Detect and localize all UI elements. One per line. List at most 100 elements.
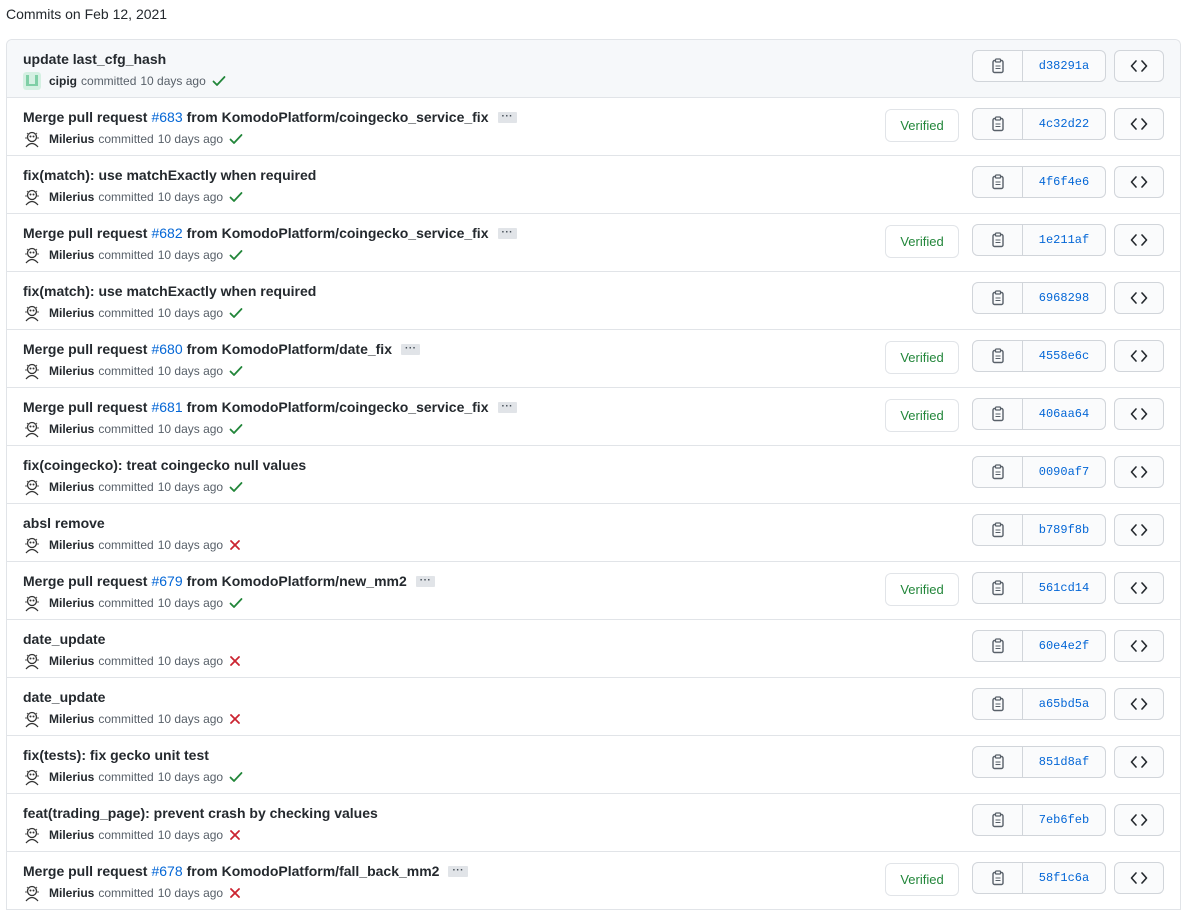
commit-author[interactable]: Milerius — [49, 188, 94, 206]
verified-badge[interactable]: Verified — [885, 109, 959, 142]
commit-title-prefix[interactable]: Merge pull request — [23, 340, 147, 358]
browse-repository-button[interactable] — [1114, 224, 1164, 256]
commit-title-suffix[interactable]: from KomodoPlatform/fall_back_mm2 — [187, 862, 440, 880]
commit-title[interactable]: Merge pull request #680 from KomodoPlatfor… — [23, 340, 421, 358]
expand-message-button[interactable]: ··· — [400, 343, 421, 355]
commit-sha-link[interactable]: b789f8b — [1023, 515, 1105, 545]
copy-sha-button[interactable] — [973, 399, 1023, 429]
check-icon[interactable] — [229, 249, 243, 261]
commit-author[interactable]: Milerius — [49, 652, 94, 670]
commit-title[interactable]: fix(match): use matchExactly when requir… — [23, 166, 316, 184]
avatar[interactable] — [23, 536, 41, 554]
expand-message-button[interactable]: ··· — [497, 111, 517, 123]
commit-sha-link[interactable]: 6968298 — [1023, 283, 1105, 313]
commit-author[interactable]: cipig — [49, 72, 77, 90]
pull-request-link[interactable]: #682 — [151, 224, 182, 242]
commit-title-text[interactable]: fix(tests): fix gecko unit test — [23, 746, 209, 764]
check-icon[interactable] — [229, 481, 243, 493]
copy-sha-button[interactable] — [973, 747, 1023, 777]
verified-badge[interactable]: Verified — [885, 399, 959, 432]
commit-title[interactable]: absl remove — [23, 514, 105, 532]
x-icon[interactable] — [229, 887, 241, 899]
commit-title-text[interactable]: fix(coingecko): treat coingecko null val… — [23, 456, 306, 474]
avatar[interactable] — [23, 72, 41, 90]
commit-title[interactable]: fix(coingecko): treat coingecko null val… — [23, 456, 306, 474]
browse-repository-button[interactable] — [1114, 456, 1164, 488]
copy-sha-button[interactable] — [973, 689, 1023, 719]
commit-sha-link[interactable]: a65bd5a — [1023, 689, 1105, 719]
commit-title-prefix[interactable]: Merge pull request — [23, 572, 147, 590]
commit-title-text[interactable]: fix(match): use matchExactly when requir… — [23, 282, 316, 300]
browse-repository-button[interactable] — [1114, 340, 1164, 372]
x-icon[interactable] — [229, 829, 241, 841]
commit-sha-link[interactable]: 58f1c6a — [1023, 863, 1105, 893]
avatar[interactable] — [23, 710, 41, 728]
expand-message-button[interactable]: ··· — [415, 575, 436, 587]
copy-sha-button[interactable] — [973, 515, 1023, 545]
commit-author[interactable]: Milerius — [49, 420, 94, 438]
verified-badge[interactable]: Verified — [885, 225, 959, 258]
commit-author[interactable]: Milerius — [49, 246, 94, 264]
browse-repository-button[interactable] — [1114, 108, 1164, 140]
commit-author[interactable]: Milerius — [49, 130, 94, 148]
avatar[interactable] — [23, 826, 41, 844]
commit-sha-link[interactable]: 561cd14 — [1023, 573, 1105, 603]
commit-title[interactable]: fix(match): use matchExactly when requir… — [23, 282, 316, 300]
check-icon[interactable] — [229, 597, 243, 609]
commit-title-text[interactable]: feat(trading_page): prevent crash by che… — [23, 804, 378, 822]
commit-author[interactable]: Milerius — [49, 710, 94, 728]
commit-sha-link[interactable]: 4f6f4e6 — [1023, 167, 1105, 197]
commit-title[interactable]: fix(tests): fix gecko unit test — [23, 746, 209, 764]
commit-title-suffix[interactable]: from KomodoPlatform/coingecko_service_fi… — [187, 224, 489, 242]
check-icon[interactable] — [212, 75, 226, 87]
copy-sha-button[interactable] — [973, 631, 1023, 661]
check-icon[interactable] — [229, 307, 243, 319]
browse-repository-button[interactable] — [1114, 630, 1164, 662]
browse-repository-button[interactable] — [1114, 166, 1164, 198]
verified-badge[interactable]: Verified — [885, 341, 959, 374]
commit-title-text[interactable]: date_update — [23, 630, 105, 648]
commit-title-suffix[interactable]: from KomodoPlatform/new_mm2 — [187, 572, 407, 590]
pull-request-link[interactable]: #679 — [151, 572, 182, 590]
commit-title[interactable]: Merge pull request #679 from KomodoPlatfor… — [23, 572, 436, 590]
commit-author[interactable]: Milerius — [49, 594, 94, 612]
x-icon[interactable] — [229, 539, 241, 551]
browse-repository-button[interactable] — [1114, 398, 1164, 430]
browse-repository-button[interactable] — [1114, 514, 1164, 546]
commit-title[interactable]: update last_cfg_hash — [23, 50, 166, 68]
avatar[interactable] — [23, 594, 41, 612]
pull-request-link[interactable]: #683 — [151, 108, 182, 126]
browse-repository-button[interactable] — [1114, 862, 1164, 894]
copy-sha-button[interactable] — [973, 863, 1023, 893]
commit-title-text[interactable]: date_update — [23, 688, 105, 706]
commit-title[interactable]: Merge pull request #678 from KomodoPlatfor… — [23, 862, 468, 880]
pull-request-link[interactable]: #678 — [151, 862, 182, 880]
commit-title-text[interactable]: absl remove — [23, 514, 105, 532]
copy-sha-button[interactable] — [973, 51, 1023, 81]
avatar[interactable] — [23, 884, 41, 902]
commit-sha-link[interactable]: 4558e6c — [1023, 341, 1105, 371]
avatar[interactable] — [23, 652, 41, 670]
commit-title-prefix[interactable]: Merge pull request — [23, 398, 147, 416]
copy-sha-button[interactable] — [973, 573, 1023, 603]
verified-badge[interactable]: Verified — [885, 863, 959, 896]
avatar[interactable] — [23, 188, 41, 206]
pull-request-link[interactable]: #680 — [151, 340, 182, 358]
avatar[interactable] — [23, 478, 41, 496]
check-icon[interactable] — [229, 365, 243, 377]
commit-sha-link[interactable]: d38291a — [1023, 51, 1105, 81]
commit-title[interactable]: date_update — [23, 688, 105, 706]
browse-repository-button[interactable] — [1114, 746, 1164, 778]
commit-title[interactable]: Merge pull request #682 from KomodoPlatfor… — [23, 224, 517, 242]
commit-title[interactable]: feat(trading_page): prevent crash by che… — [23, 804, 378, 822]
commit-title-prefix[interactable]: Merge pull request — [23, 862, 147, 880]
commit-sha-link[interactable]: 851d8af — [1023, 747, 1105, 777]
copy-sha-button[interactable] — [973, 341, 1023, 371]
expand-message-button[interactable]: ··· — [448, 865, 468, 877]
copy-sha-button[interactable] — [973, 805, 1023, 835]
browse-repository-button[interactable] — [1114, 804, 1164, 836]
commit-title[interactable]: Merge pull request #681 from KomodoPlatfor… — [23, 398, 517, 416]
commit-sha-link[interactable]: 406aa64 — [1023, 399, 1105, 429]
commit-title-text[interactable]: update last_cfg_hash — [23, 50, 166, 68]
commit-author[interactable]: Milerius — [49, 304, 94, 322]
